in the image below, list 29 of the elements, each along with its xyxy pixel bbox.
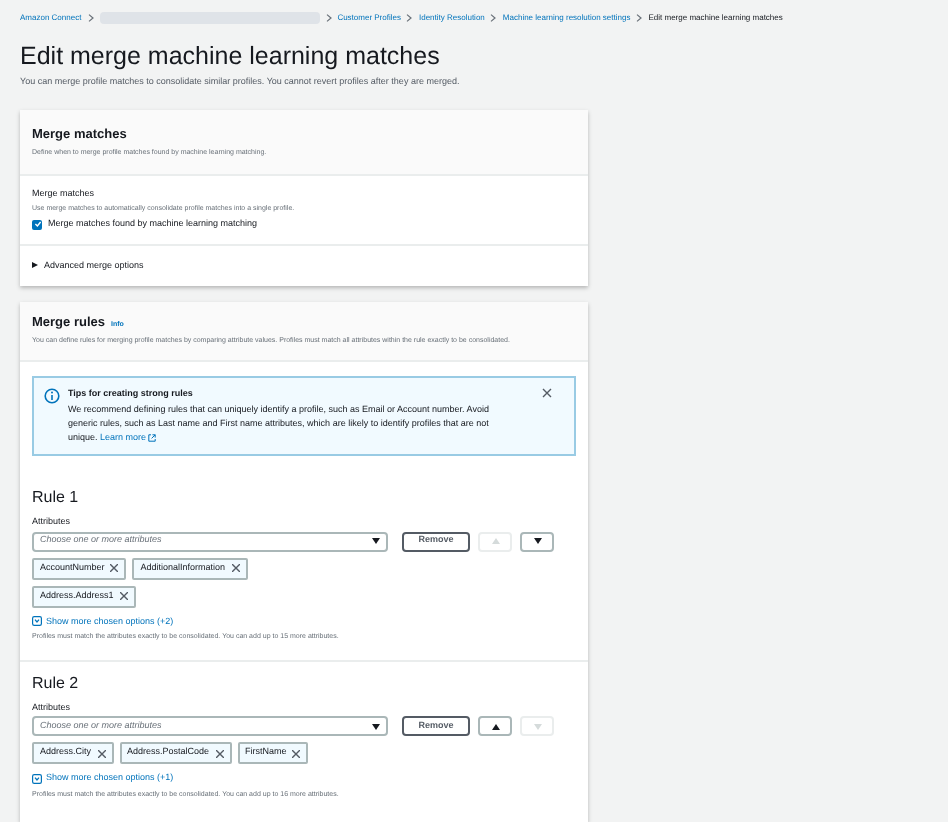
- rule-title: Rule 1: [32, 487, 81, 508]
- checkbox[interactable]: [32, 219, 42, 230]
- up-triangle-icon: [491, 723, 499, 730]
- expand-icon: [32, 774, 42, 785]
- rule-title: Rule 2: [32, 673, 81, 693]
- close-icon[interactable]: [215, 749, 224, 758]
- chevron-icon: [87, 14, 94, 22]
- chevron-icon: [325, 14, 332, 22]
- chevron-icon: [636, 14, 643, 22]
- close-icon[interactable]: [110, 564, 119, 572]
- close-icon[interactable]: [292, 749, 301, 758]
- info-icon: [44, 388, 60, 404]
- caret-icon: [32, 262, 38, 269]
- caret-icon: [372, 538, 380, 544]
- close-icon[interactable]: [231, 564, 240, 572]
- chevron-icon: [490, 14, 497, 22]
- expand-icon: [32, 616, 42, 627]
- move-down-button[interactable]: [520, 531, 554, 551]
- move-up-button[interactable]: [478, 716, 512, 737]
- close-icon[interactable]: [119, 592, 128, 600]
- external-link-icon: [148, 433, 157, 442]
- close-icon[interactable]: [97, 749, 106, 758]
- down-triangle-icon: [533, 723, 541, 730]
- down-triangle-icon: [533, 538, 541, 544]
- up-triangle-icon: [491, 538, 499, 544]
- chevron-icon: [406, 14, 413, 22]
- close-icon[interactable]: [542, 388, 552, 398]
- page-title: Edit merge machine learning matches: [20, 42, 442, 70]
- caret-icon: [372, 723, 380, 730]
